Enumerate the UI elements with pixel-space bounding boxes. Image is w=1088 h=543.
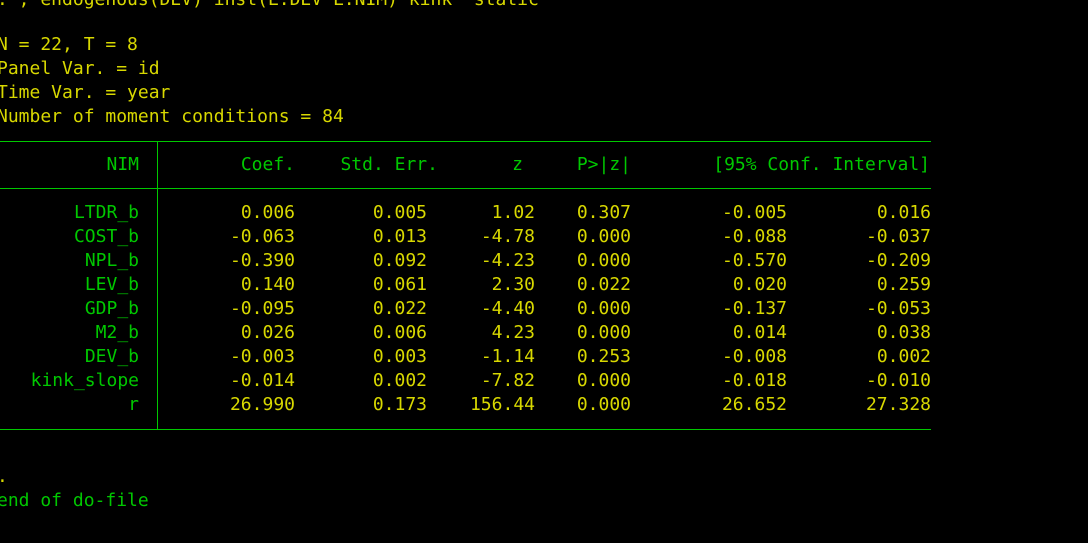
cell-std-err: 0.173 <box>372 394 427 415</box>
info-line-panel-var: Panel Var. = id <box>0 58 160 79</box>
cell-ci-upper: 0.259 <box>876 274 931 295</box>
row-variable-name: NPL_b <box>84 250 139 271</box>
header-coef: Coef. <box>240 154 295 175</box>
cell-coef: -0.095 <box>229 298 295 319</box>
cell-std-err: 0.005 <box>372 202 427 223</box>
table-top-rule <box>0 141 931 142</box>
row-variable-name: r <box>128 394 139 415</box>
header-z: z <box>512 154 523 175</box>
cell-std-err: 0.061 <box>372 274 427 295</box>
cell-z: -4.78 <box>480 226 535 247</box>
cell-ci-lower: -0.005 <box>721 202 787 223</box>
cell-ci-lower: 26.652 <box>721 394 787 415</box>
cell-z: 2.30 <box>491 274 535 295</box>
cell-p-value: 0.253 <box>576 346 631 367</box>
cell-z: -4.40 <box>480 298 535 319</box>
cell-coef: -0.014 <box>229 370 295 391</box>
row-variable-name: GDP_b <box>84 298 139 319</box>
row-variable-name: DEV_b <box>84 346 139 367</box>
command-line: . , endogenous(DEV) inst(L.DEV L.NIM) ki… <box>0 0 539 12</box>
cell-z: 156.44 <box>469 394 535 415</box>
info-line-time-var: Time Var. = year <box>0 82 171 103</box>
cell-ci-lower: -0.008 <box>721 346 787 367</box>
cell-ci-upper: 0.016 <box>876 202 931 223</box>
cell-coef: 26.990 <box>229 394 295 415</box>
cell-z: 4.23 <box>491 322 535 343</box>
cell-ci-upper: -0.209 <box>865 250 931 271</box>
cell-p-value: 0.000 <box>576 394 631 415</box>
cell-z: 1.02 <box>491 202 535 223</box>
cell-z: -4.23 <box>480 250 535 271</box>
row-variable-name: LEV_b <box>84 274 139 295</box>
cell-std-err: 0.092 <box>372 250 427 271</box>
cell-p-value: 0.307 <box>576 202 631 223</box>
cell-p-value: 0.022 <box>576 274 631 295</box>
cell-coef: 0.140 <box>240 274 295 295</box>
cell-coef: -0.003 <box>229 346 295 367</box>
cell-ci-upper: 27.328 <box>865 394 931 415</box>
cell-ci-upper: 0.038 <box>876 322 931 343</box>
row-variable-name: LTDR_b <box>73 202 139 223</box>
cell-std-err: 0.003 <box>372 346 427 367</box>
header-p-value: P>|z| <box>576 154 631 175</box>
row-variable-name: kink_slope <box>30 370 139 391</box>
cell-ci-upper: -0.037 <box>865 226 931 247</box>
row-variable-name: COST_b <box>73 226 139 247</box>
prompt-dot: . <box>0 465 8 489</box>
info-line-obs: N = 22, T = 8 <box>0 34 138 55</box>
cell-ci-upper: 0.002 <box>876 346 931 367</box>
cell-p-value: 0.000 <box>576 226 631 247</box>
cell-ci-lower: -0.137 <box>721 298 787 319</box>
cell-z: -1.14 <box>480 346 535 367</box>
cell-ci-lower: 0.014 <box>732 322 787 343</box>
cell-ci-lower: 0.020 <box>732 274 787 295</box>
depvar-label: NIM <box>106 154 139 175</box>
end-of-do-file-message: end of do-file <box>0 490 149 511</box>
cell-ci-lower: -0.018 <box>721 370 787 391</box>
table-header-rule <box>0 188 931 189</box>
cell-p-value: 0.000 <box>576 370 631 391</box>
cell-coef: -0.390 <box>229 250 295 271</box>
cell-ci-upper: -0.053 <box>865 298 931 319</box>
cell-p-value: 0.000 <box>576 250 631 271</box>
cell-p-value: 0.000 <box>576 322 631 343</box>
cell-std-err: 0.006 <box>372 322 427 343</box>
cell-coef: -0.063 <box>229 226 295 247</box>
cell-std-err: 0.022 <box>372 298 427 319</box>
table-divider <box>157 141 158 430</box>
cell-coef: 0.006 <box>240 202 295 223</box>
info-line-moment-conditions: Number of moment conditions = 84 <box>0 106 344 127</box>
table-bottom-rule <box>0 429 931 430</box>
cell-coef: 0.026 <box>240 322 295 343</box>
cell-std-err: 0.013 <box>372 226 427 247</box>
row-variable-name: M2_b <box>95 322 139 343</box>
cell-p-value: 0.000 <box>576 298 631 319</box>
cell-ci-upper: -0.010 <box>865 370 931 391</box>
cell-z: -7.82 <box>480 370 535 391</box>
header-std-err: Std. Err. <box>340 154 438 175</box>
header-conf-interval: [95% Conf. Interval] <box>713 154 930 175</box>
cell-std-err: 0.002 <box>372 370 427 391</box>
cell-ci-lower: -0.088 <box>721 226 787 247</box>
cell-ci-lower: -0.570 <box>721 250 787 271</box>
